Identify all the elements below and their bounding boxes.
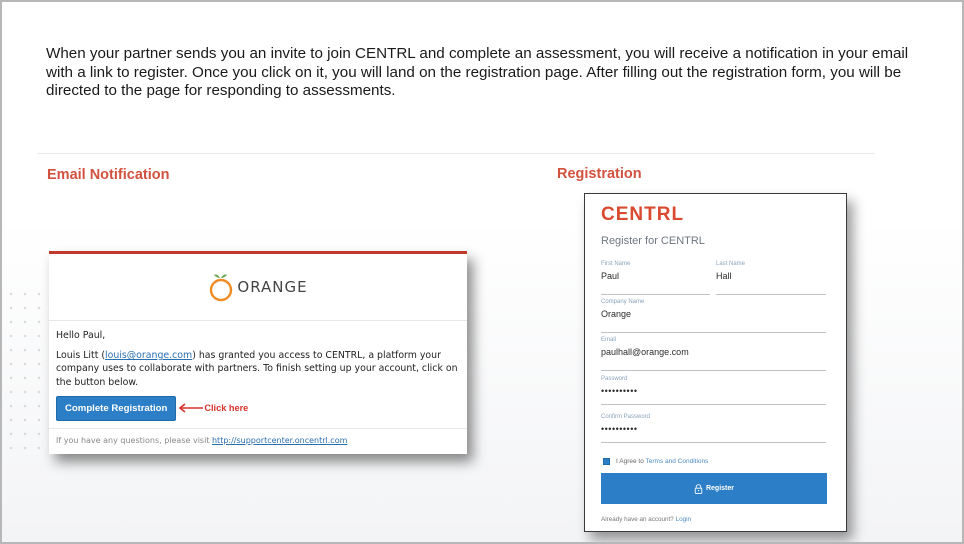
first-name-label: First Name bbox=[601, 261, 631, 267]
cta-row: Complete Registration Click here bbox=[56, 395, 460, 422]
click-here-annotation: Click here bbox=[178, 402, 248, 415]
register-button[interactable]: Register bbox=[601, 473, 827, 504]
terms-prefix: I Agree to bbox=[616, 458, 646, 465]
last-name-field[interactable]: Last Name Hall bbox=[716, 261, 826, 295]
orange-fruit-icon bbox=[210, 274, 233, 302]
terms-agreement: I Agree to Terms and Conditions bbox=[603, 458, 708, 465]
support-center-link[interactable]: http://supportcenter.oncentrl.com bbox=[212, 436, 347, 445]
last-name-value: Hall bbox=[716, 271, 732, 281]
click-here-text: Click here bbox=[204, 402, 249, 413]
divider bbox=[38, 153, 874, 154]
confirm-password-label: Confirm Password bbox=[601, 414, 651, 420]
brand-name: ORANGE bbox=[237, 278, 308, 296]
centrl-logo: CENTRL bbox=[601, 204, 685, 225]
last-name-label: Last Name bbox=[716, 261, 746, 267]
login-prompt-text: Already have an account? bbox=[601, 516, 676, 523]
first-name-value: Paul bbox=[601, 271, 620, 281]
terms-checkbox[interactable] bbox=[603, 458, 610, 465]
email-body: Hello Paul, Louis Litt (louis@orange.com… bbox=[49, 321, 467, 422]
orange-logo: ORANGE bbox=[208, 272, 307, 302]
email-footer-text: If you have any questions, please visit bbox=[56, 436, 212, 445]
register-title: Register for CENTRL bbox=[601, 235, 705, 247]
email-notification-heading: Email Notification bbox=[47, 167, 170, 183]
email-footer: If you have any questions, please visit … bbox=[49, 428, 467, 454]
email-field[interactable]: Email paulhall@orange.com bbox=[601, 337, 826, 371]
slide: When your partner sends you an invite to… bbox=[0, 0, 964, 544]
complete-registration-button[interactable]: Complete Registration bbox=[56, 395, 177, 422]
intro-paragraph: When your partner sends you an invite to… bbox=[46, 45, 909, 99]
company-name-value: Orange bbox=[601, 309, 632, 319]
email-message-prefix: Louis Litt ( bbox=[56, 350, 106, 362]
email-message: Louis Litt (louis@orange.com) has grante… bbox=[56, 349, 460, 389]
register-button-label: Register bbox=[705, 485, 734, 492]
email-greeting: Hello Paul, bbox=[56, 330, 106, 341]
email-header: ORANGE bbox=[49, 254, 467, 321]
password-field[interactable]: Password •••••••••• bbox=[601, 376, 826, 405]
email-notification-card: ORANGE Hello Paul, Louis Litt (louis@ora… bbox=[49, 251, 467, 454]
login-link[interactable]: Login bbox=[676, 516, 691, 523]
company-name-field[interactable]: Company Name Orange bbox=[601, 299, 826, 333]
email-value: paulhall@orange.com bbox=[601, 347, 689, 357]
confirm-password-field[interactable]: Confirm Password •••••••••• bbox=[601, 414, 826, 443]
sender-email-link[interactable]: louis@orange.com bbox=[105, 350, 192, 361]
company-name-label: Company Name bbox=[601, 299, 645, 305]
confirm-password-value: •••••••••• bbox=[601, 424, 638, 434]
registration-heading: Registration bbox=[557, 166, 642, 182]
lock-icon bbox=[694, 483, 703, 494]
email-label: Email bbox=[601, 337, 617, 343]
password-value: •••••••••• bbox=[601, 386, 638, 396]
password-label: Password bbox=[601, 376, 628, 382]
registration-form-card: CENTRL Register for CENTRL First Name Pa… bbox=[584, 193, 847, 532]
terms-link[interactable]: Terms and Conditions bbox=[646, 458, 709, 465]
login-prompt: Already have an account? Login bbox=[601, 516, 691, 523]
first-name-field[interactable]: First Name Paul bbox=[601, 261, 710, 295]
arrow-left-icon bbox=[179, 403, 204, 414]
terms-text: I Agree to Terms and Conditions bbox=[616, 458, 708, 465]
